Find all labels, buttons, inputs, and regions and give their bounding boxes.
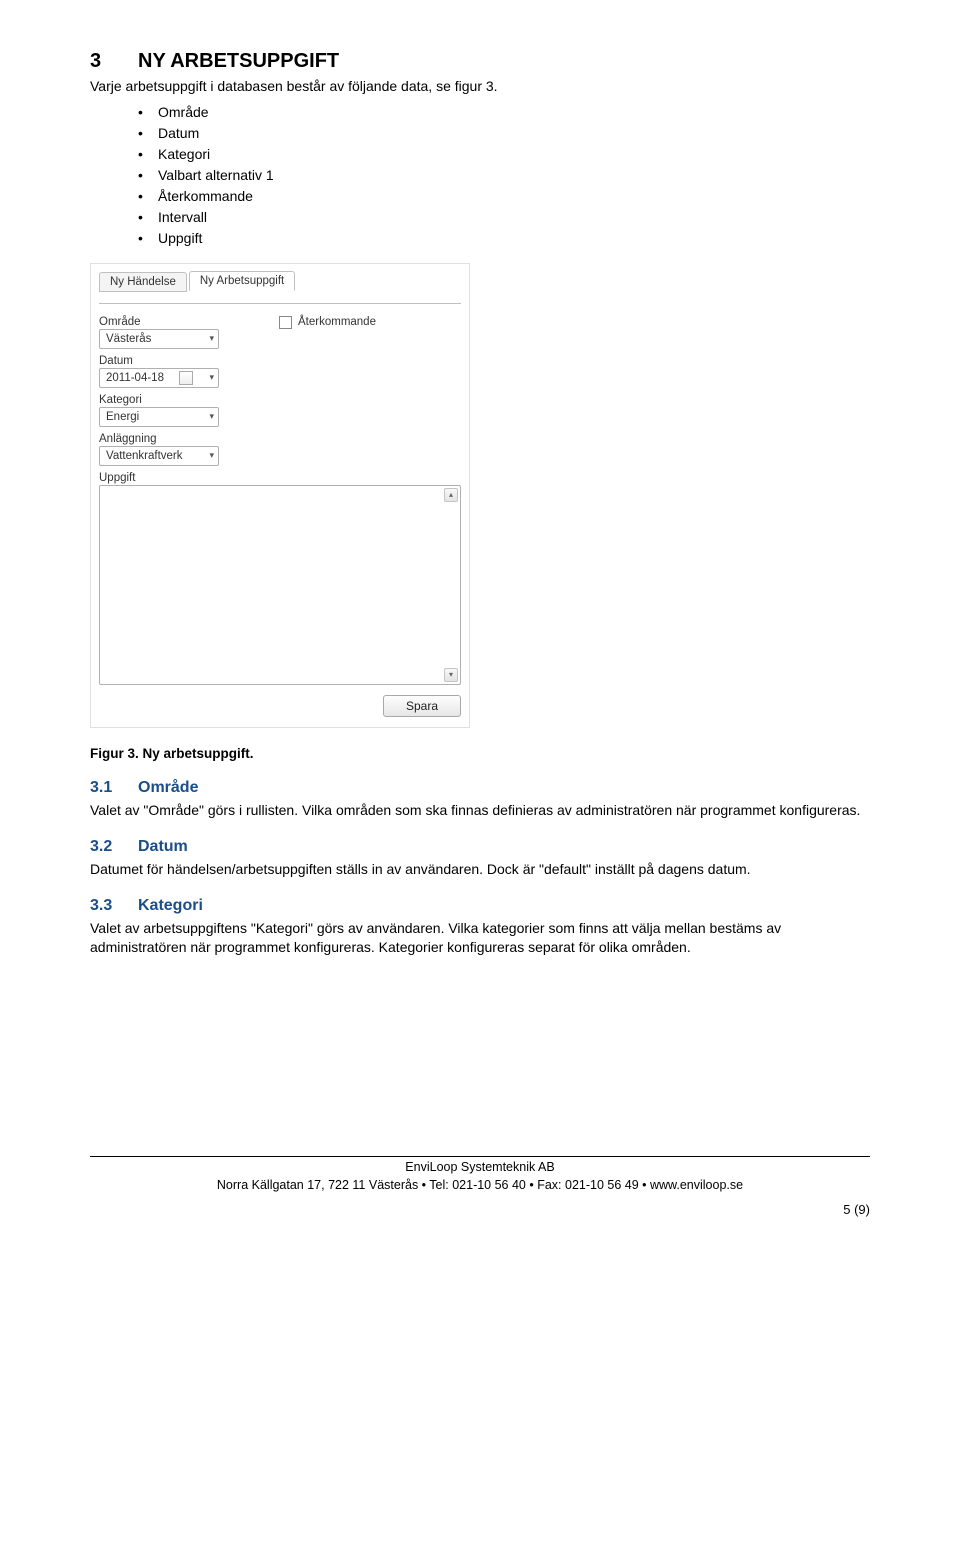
list-item: Uppgift [138,228,870,249]
scroll-up-icon[interactable]: ▴ [444,488,458,502]
heading-2: 3.2Datum [90,838,870,856]
list-item: Kategori [138,144,870,165]
anlaggning-value: Vattenkraftverk [106,450,183,462]
chevron-down-icon: ▾ [209,450,214,461]
datum-picker[interactable]: 2011-04-18 ▾ [99,368,219,388]
tab-divider [99,303,461,304]
save-button[interactable]: Spara [383,695,461,717]
datum-row: Datum 2011-04-18 ▾ [99,355,461,388]
datum-value: 2011-04-18 [106,372,164,384]
calendar-icon [179,371,193,385]
tabs: Ny Händelse Ny Arbetsuppgift [99,270,461,290]
list-item: Område [138,102,870,123]
intro-text: Varje arbetsuppgift i databasen består a… [90,77,870,96]
button-row: Spara [99,695,461,717]
section-text: Datumet för händelsen/arbetsuppgiften st… [90,860,870,879]
figure: Ny Händelse Ny Arbetsuppgift Återkommand… [90,263,870,728]
h2-title: Kategori [138,897,203,914]
kategori-value: Energi [106,411,139,423]
list-item: Intervall [138,207,870,228]
anlaggning-combo[interactable]: Vattenkraftverk ▾ [99,446,219,466]
figure-caption: Figur 3. Ny arbetsuppgift. [90,746,870,761]
h2-title: Datum [138,838,188,855]
h2-num: 3.2 [90,838,138,856]
bullet-list: Område Datum Kategori Valbart alternativ… [138,102,870,249]
heading-2: 3.1Område [90,779,870,797]
page-number: 5 (9) [90,1202,870,1217]
heading-2: 3.3Kategori [90,897,870,915]
heading-title: NY ARBETSUPPGIFT [138,50,339,72]
anlaggning-row: Anläggning Vattenkraftverk ▾ [99,433,461,466]
tab-ny-arbetsuppgift[interactable]: Ny Arbetsuppgift [189,271,295,291]
h2-title: Område [138,779,198,796]
scroll-down-icon[interactable]: ▾ [444,668,458,682]
tab-ny-handelse[interactable]: Ny Händelse [99,272,187,292]
uppgift-row: Uppgift ▴ ▾ [99,472,461,685]
app-panel: Ny Händelse Ny Arbetsuppgift Återkommand… [90,263,470,728]
h2-num: 3.3 [90,897,138,915]
list-item: Datum [138,123,870,144]
kategori-label: Kategori [99,394,461,406]
omrade-combo[interactable]: Västerås ▾ [99,329,219,349]
panel-body: Återkommande Område Västerås ▾ Datum 201… [99,316,461,717]
h2-num: 3.1 [90,779,138,797]
datum-label: Datum [99,355,461,367]
section-text: Valet av "Område" görs i rullisten. Vilk… [90,801,870,820]
list-item: Valbart alternativ 1 [138,165,870,186]
footer-address: Norra Källgatan 17, 722 11 Västerås • Te… [90,1177,870,1195]
kategori-row: Kategori Energi ▾ [99,394,461,427]
footer-company: EnviLoop Systemteknik AB [90,1159,870,1177]
page-content: 3NY ARBETSUPPGIFT Varje arbetsuppgift i … [90,50,870,1217]
section-text: Valet av arbetsuppgiftens "Kategori" gör… [90,919,870,957]
kategori-combo[interactable]: Energi ▾ [99,407,219,427]
chevron-down-icon: ▾ [209,411,214,422]
uppgift-textarea[interactable]: ▴ ▾ [99,485,461,685]
heading-num: 3 [90,50,138,73]
page-footer: EnviLoop Systemteknik AB Norra Källgatan… [90,1156,870,1194]
aterkommande-label: Återkommande [298,316,376,328]
omrade-value: Västerås [106,333,151,345]
list-item: Återkommande [138,186,870,207]
aterkommande-checkbox[interactable] [279,316,292,329]
heading-1: 3NY ARBETSUPPGIFT [90,50,870,73]
chevron-down-icon: ▾ [209,372,214,383]
aterkommande-row[interactable]: Återkommande [279,316,376,329]
chevron-down-icon: ▾ [209,333,214,344]
anlaggning-label: Anläggning [99,433,461,445]
uppgift-label: Uppgift [99,472,461,484]
